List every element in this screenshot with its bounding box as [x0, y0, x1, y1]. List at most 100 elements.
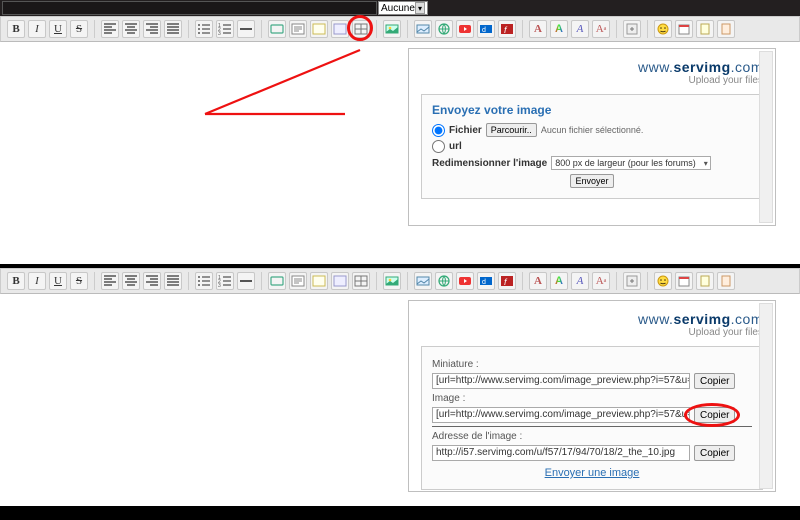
- align-right-button[interactable]: [143, 272, 161, 290]
- emoji-button[interactable]: [654, 20, 672, 38]
- align-center-button[interactable]: [122, 272, 140, 290]
- popup-scrollbar[interactable]: [759, 303, 773, 489]
- aucune-select-value: Aucune: [381, 3, 415, 14]
- dailymotion-button[interactable]: d: [477, 272, 495, 290]
- resize-select[interactable]: 800 px de largeur (pour les forums): [551, 156, 711, 170]
- svg-text:d: d: [482, 27, 486, 34]
- quote-button[interactable]: [268, 20, 286, 38]
- toolbar-2: B I U S 123 d: [0, 268, 800, 294]
- result-form-box: Miniature : [url=http://www.servimg.com/…: [421, 346, 763, 490]
- servimg-logo: www.servimg.com: [421, 311, 763, 327]
- bold-button[interactable]: B: [7, 20, 25, 38]
- link-button[interactable]: [435, 272, 453, 290]
- flash-button[interactable]: f: [498, 20, 516, 38]
- align-left-button[interactable]: [101, 272, 119, 290]
- host-image-button[interactable]: [383, 272, 401, 290]
- hr-button[interactable]: [237, 20, 255, 38]
- svg-text:3: 3: [218, 31, 221, 36]
- font-color-button[interactable]: A: [550, 272, 568, 290]
- aucune-select[interactable]: Aucune ▾: [378, 1, 428, 15]
- addr-label: Adresse de l'image :: [432, 431, 752, 442]
- code-button[interactable]: [289, 272, 307, 290]
- quote-button[interactable]: [268, 272, 286, 290]
- addr-input[interactable]: http://i57.servimg.com/u/f57/17/94/70/18…: [432, 445, 690, 461]
- upload-title: Envoyez votre image: [432, 103, 752, 117]
- top-bar: Aucune ▾: [0, 0, 800, 16]
- link-button[interactable]: [435, 20, 453, 38]
- more-button[interactable]: [623, 272, 641, 290]
- list-ul-button[interactable]: [195, 272, 213, 290]
- hidden-button[interactable]: [331, 272, 349, 290]
- upload-file-radio[interactable]: [432, 124, 445, 137]
- servimg-logo: www.servimg.com: [421, 59, 763, 75]
- image-label: Image :: [432, 393, 752, 404]
- paste-button[interactable]: [696, 272, 714, 290]
- align-justify-button[interactable]: [164, 272, 182, 290]
- list-ul-button[interactable]: [195, 20, 213, 38]
- addr-copy-button[interactable]: Copier: [694, 445, 735, 461]
- font-other-button[interactable]: Aa: [592, 272, 610, 290]
- send-image-link[interactable]: Envoyer une image: [545, 467, 640, 479]
- underline-button[interactable]: U: [49, 272, 67, 290]
- emoji-button[interactable]: [654, 272, 672, 290]
- editor-textarea-1[interactable]: www.servimg.com Upload your files Envoye…: [0, 42, 800, 264]
- dailymotion-button[interactable]: d: [477, 20, 495, 38]
- editor-textarea-2[interactable]: www.servimg.com Upload your files Miniat…: [0, 294, 800, 506]
- flash-button[interactable]: f: [498, 272, 516, 290]
- list-ol-button[interactable]: 123: [216, 20, 234, 38]
- host-image-button[interactable]: [383, 20, 401, 38]
- list-ol-button[interactable]: 123: [216, 272, 234, 290]
- italic-button[interactable]: I: [28, 20, 46, 38]
- upload-url-radio[interactable]: [432, 140, 445, 153]
- editor-1: B I U S 123 d: [0, 16, 800, 264]
- underline-button[interactable]: U: [49, 20, 67, 38]
- hidden-button[interactable]: [331, 20, 349, 38]
- font-family-button[interactable]: A: [571, 20, 589, 38]
- send-button[interactable]: Envoyer: [570, 174, 613, 188]
- spoiler-button[interactable]: [310, 272, 328, 290]
- resize-label: Redimensionner l'image: [432, 158, 547, 169]
- hr-button[interactable]: [237, 272, 255, 290]
- upload-file-label: Fichier: [449, 125, 482, 136]
- more-button[interactable]: [623, 20, 641, 38]
- svg-text:d: d: [482, 279, 486, 286]
- toolbar-1: B I U S 123 d: [0, 16, 800, 42]
- strike-button[interactable]: S: [70, 272, 88, 290]
- upload-popup: www.servimg.com Upload your files Envoye…: [408, 48, 776, 226]
- font-color-button[interactable]: A: [550, 20, 568, 38]
- image-button[interactable]: [414, 272, 432, 290]
- font-family-button[interactable]: A: [571, 272, 589, 290]
- font-size-button[interactable]: A: [529, 20, 547, 38]
- image-input[interactable]: [url=http://www.servimg.com/image_previe…: [432, 407, 690, 423]
- table-button[interactable]: [352, 272, 370, 290]
- thumb-input[interactable]: [url=http://www.servimg.com/image_previe…: [432, 373, 690, 389]
- thumb-copy-button[interactable]: Copier: [694, 373, 735, 389]
- clip-button[interactable]: [717, 272, 735, 290]
- image-button[interactable]: [414, 20, 432, 38]
- arrow-annotation-icon: [0, 42, 400, 162]
- spoiler-button[interactable]: [310, 20, 328, 38]
- topbar-address-field[interactable]: [2, 1, 377, 15]
- browse-button[interactable]: Parcourir..: [486, 123, 537, 137]
- align-justify-button[interactable]: [164, 20, 182, 38]
- strike-button[interactable]: S: [70, 20, 88, 38]
- align-right-button[interactable]: [143, 20, 161, 38]
- youtube-button[interactable]: [456, 20, 474, 38]
- chevron-down-icon: ▾: [415, 2, 425, 14]
- thumb-label: Miniature :: [432, 359, 752, 370]
- table-button[interactable]: [352, 20, 370, 38]
- date-button[interactable]: [675, 272, 693, 290]
- image-copy-button[interactable]: Copier: [694, 407, 735, 423]
- popup-scrollbar[interactable]: [759, 51, 773, 223]
- date-button[interactable]: [675, 20, 693, 38]
- align-center-button[interactable]: [122, 20, 140, 38]
- clip-button[interactable]: [717, 20, 735, 38]
- font-size-button[interactable]: A: [529, 272, 547, 290]
- youtube-button[interactable]: [456, 272, 474, 290]
- bold-button[interactable]: B: [7, 272, 25, 290]
- paste-button[interactable]: [696, 20, 714, 38]
- italic-button[interactable]: I: [28, 272, 46, 290]
- font-other-button[interactable]: Aa: [592, 20, 610, 38]
- code-button[interactable]: [289, 20, 307, 38]
- align-left-button[interactable]: [101, 20, 119, 38]
